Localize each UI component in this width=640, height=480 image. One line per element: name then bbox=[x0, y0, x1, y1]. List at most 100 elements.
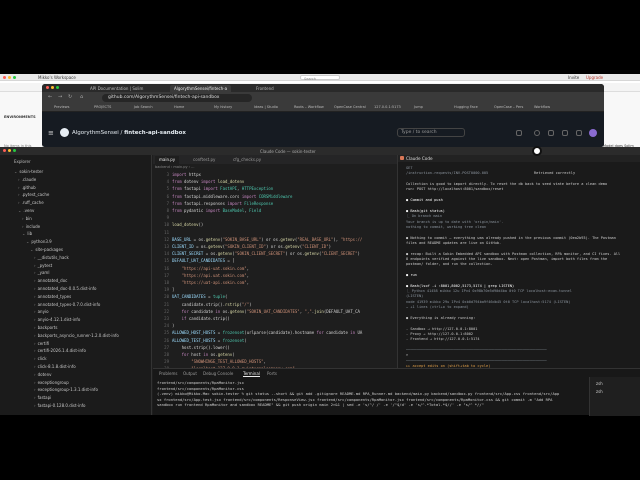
browser-tab-api-docs[interactable]: API Documentation | Solim bbox=[86, 85, 147, 92]
tab-main-py[interactable]: main.py bbox=[155, 156, 180, 164]
pull-requests-icon[interactable] bbox=[548, 130, 554, 136]
panel-tab[interactable]: Output bbox=[183, 371, 197, 376]
explorer-item[interactable]: › annotated_doc bbox=[34, 278, 67, 283]
address-bar[interactable]: github.com/AlgorythmSensei/fintech-api-s… bbox=[102, 94, 252, 102]
explorer-item[interactable]: ⌄ sokin-tester bbox=[14, 169, 43, 174]
code-token: if bbox=[181, 316, 189, 321]
repo-owner[interactable]: AlgorythmSensei bbox=[72, 130, 119, 136]
explorer-item[interactable]: › annotated_types bbox=[34, 294, 71, 299]
explorer-sidebar: Explorer ⌄ sokin-tester › .claude › .github ›.… bbox=[0, 155, 152, 415]
terminal-item-1[interactable]: zsh bbox=[596, 381, 603, 386]
explorer-item[interactable]: › anyio bbox=[34, 309, 49, 314]
repo-name[interactable]: fintech-api-sandbox bbox=[124, 130, 186, 136]
explorer-item[interactable]: › .claude bbox=[18, 177, 36, 182]
bookmark-item[interactable]: Workflow bbox=[534, 105, 550, 109]
explorer-item[interactable]: › bin bbox=[22, 216, 32, 221]
bookmark-item[interactable]: Job Search bbox=[134, 105, 153, 109]
github-search[interactable]: Type / to search bbox=[397, 128, 465, 137]
bookmark-item[interactable]: Home bbox=[174, 105, 184, 109]
avatar[interactable] bbox=[589, 129, 597, 137]
invite-button[interactable]: Invite bbox=[568, 75, 579, 80]
bookmark-item[interactable]: Previews bbox=[54, 105, 69, 109]
explorer-item[interactable]: › exceptiongroup bbox=[34, 380, 69, 385]
minimize-dot[interactable] bbox=[8, 76, 11, 79]
github-search-placeholder: Type / to search bbox=[401, 130, 437, 135]
explorer-item[interactable]: › fastapi-0.128.0.dist-info bbox=[34, 403, 85, 408]
bookmark-item[interactable]: PROJECTS bbox=[94, 105, 111, 109]
explorer-item[interactable]: › _pytest bbox=[34, 263, 52, 268]
bookmark-item[interactable]: OpenCase Central bbox=[334, 105, 366, 109]
ide-minimize-dot[interactable] bbox=[8, 149, 11, 152]
zoom-dot[interactable] bbox=[13, 76, 16, 79]
close-dot[interactable] bbox=[3, 76, 6, 79]
transcript-line: GET bbox=[406, 166, 413, 170]
explorer-item[interactable]: ⌄ lib bbox=[22, 231, 32, 236]
new-icon[interactable] bbox=[516, 130, 522, 136]
menu-icon[interactable]: ≡ bbox=[48, 129, 54, 137]
explorer-item[interactable]: ⌄ .venv bbox=[18, 208, 34, 213]
explorer-item[interactable]: › annotated_doc-0.0.5.dist-info bbox=[34, 286, 97, 291]
tab-cfg-checks-py[interactable]: cfg_checks.py bbox=[229, 156, 265, 164]
code-editor[interactable]: 3 import httpx 4 from dotenv import load_do… bbox=[153, 170, 397, 368]
bookmark-item[interactable]: Jump bbox=[414, 105, 423, 109]
browser-tab-frontend[interactable]: Frontend bbox=[252, 85, 278, 92]
explorer-item[interactable]: › anyio-4.12.1.dist-info bbox=[34, 317, 80, 322]
inbox-icon[interactable] bbox=[562, 130, 568, 136]
bookmark-item[interactable]: 127.0.0.1:5173 bbox=[374, 105, 401, 109]
ide-close-dot[interactable] bbox=[3, 149, 6, 152]
ide-zoom-dot[interactable] bbox=[13, 149, 16, 152]
panel-tab[interactable]: Ports bbox=[267, 371, 277, 376]
chevron-right-icon: › bbox=[18, 200, 20, 206]
panel-tab[interactable]: Debug Console bbox=[203, 371, 233, 376]
explorer-item[interactable]: › certifi-2026.1.4.dist-info bbox=[34, 348, 86, 353]
tab-conftest-py[interactable]: conftest.py bbox=[189, 156, 219, 164]
explorer-item[interactable]: › click-8.1.8.dist-info bbox=[34, 364, 76, 369]
explorer-item[interactable]: › backports bbox=[34, 325, 57, 330]
browser-minimize-dot[interactable] bbox=[51, 86, 54, 89]
home-icon[interactable]: ⌂ bbox=[80, 94, 83, 100]
explorer-item[interactable]: › backports_asyncio_runner-1.2.0.dist-inf… bbox=[34, 333, 119, 338]
back-icon[interactable]: ← bbox=[48, 94, 52, 100]
explorer-item-label: .pytest_cache bbox=[21, 192, 50, 198]
explorer-item[interactable]: › .github bbox=[18, 185, 36, 190]
explorer-item[interactable]: › certifi bbox=[34, 341, 49, 346]
bookmark-item[interactable]: Roots – Workflow bbox=[294, 105, 324, 109]
upgrade-button[interactable]: Upgrade bbox=[586, 75, 603, 80]
bookmark-item[interactable]: OpenCase – Pers bbox=[494, 105, 523, 109]
workspace-search[interactable]: Search bbox=[300, 75, 340, 81]
notifications-icon[interactable] bbox=[576, 130, 582, 136]
explorer-item[interactable]: › dotenv bbox=[34, 372, 52, 377]
breadcrumb[interactable]: backend › main.py › ... bbox=[155, 165, 195, 169]
explorer-item[interactable]: › annotated_types-0.7.0.dist-info bbox=[34, 302, 100, 307]
browser-tab-github[interactable]: AlgorythmSensei/fintech-a bbox=[170, 85, 232, 92]
bookmark-item[interactable]: Ideas | Studio bbox=[254, 105, 278, 109]
claude-code-pane: Claude Code Retrieved correctly GET/inst… bbox=[397, 155, 640, 368]
explorer-item[interactable]: › _yaml bbox=[34, 270, 49, 275]
issues-icon[interactable] bbox=[534, 130, 540, 136]
code-token: for bbox=[181, 308, 192, 314]
explorer-item[interactable]: › .ruff_cache bbox=[18, 200, 44, 205]
panel-tab[interactable]: Terminal bbox=[243, 371, 260, 377]
bookmark-item[interactable]: Hugging Face bbox=[454, 105, 478, 109]
panel-tab[interactable]: Problems bbox=[159, 371, 177, 376]
terminal-item-2[interactable]: zsh bbox=[596, 389, 603, 394]
explorer-item[interactable]: ⌄ site-packages bbox=[30, 247, 63, 252]
explorer-item-label: click bbox=[37, 356, 47, 362]
explorer-item[interactable]: › __distutils_hack bbox=[34, 255, 69, 260]
explorer-item[interactable]: › include bbox=[22, 224, 40, 229]
browser-close-dot[interactable] bbox=[46, 86, 49, 89]
repo-path[interactable]: AlgorythmSensei / fintech-api-sandbox bbox=[72, 130, 186, 136]
explorer-item[interactable]: › click bbox=[34, 356, 47, 361]
forward-icon[interactable]: → bbox=[58, 94, 62, 100]
code-text: UAT_CANDIDATES = tuple( bbox=[172, 294, 227, 299]
transcript-line: nothing to commit, working tree clean bbox=[406, 224, 487, 229]
reload-icon[interactable]: ↻ bbox=[68, 94, 72, 100]
explorer-item[interactable]: › exceptiongroup-1.3.1.dist-info bbox=[34, 387, 98, 392]
bookmark-item[interactable]: My history bbox=[214, 105, 232, 109]
github-logo-icon[interactable] bbox=[60, 128, 69, 137]
explorer-item[interactable]: ⌄ python3.9 bbox=[26, 239, 52, 244]
browser-zoom-dot[interactable] bbox=[56, 86, 59, 89]
code-token: , bbox=[246, 280, 250, 285]
explorer-item[interactable]: › fastapi bbox=[34, 395, 51, 400]
explorer-item[interactable]: › .pytest_cache bbox=[18, 192, 49, 197]
